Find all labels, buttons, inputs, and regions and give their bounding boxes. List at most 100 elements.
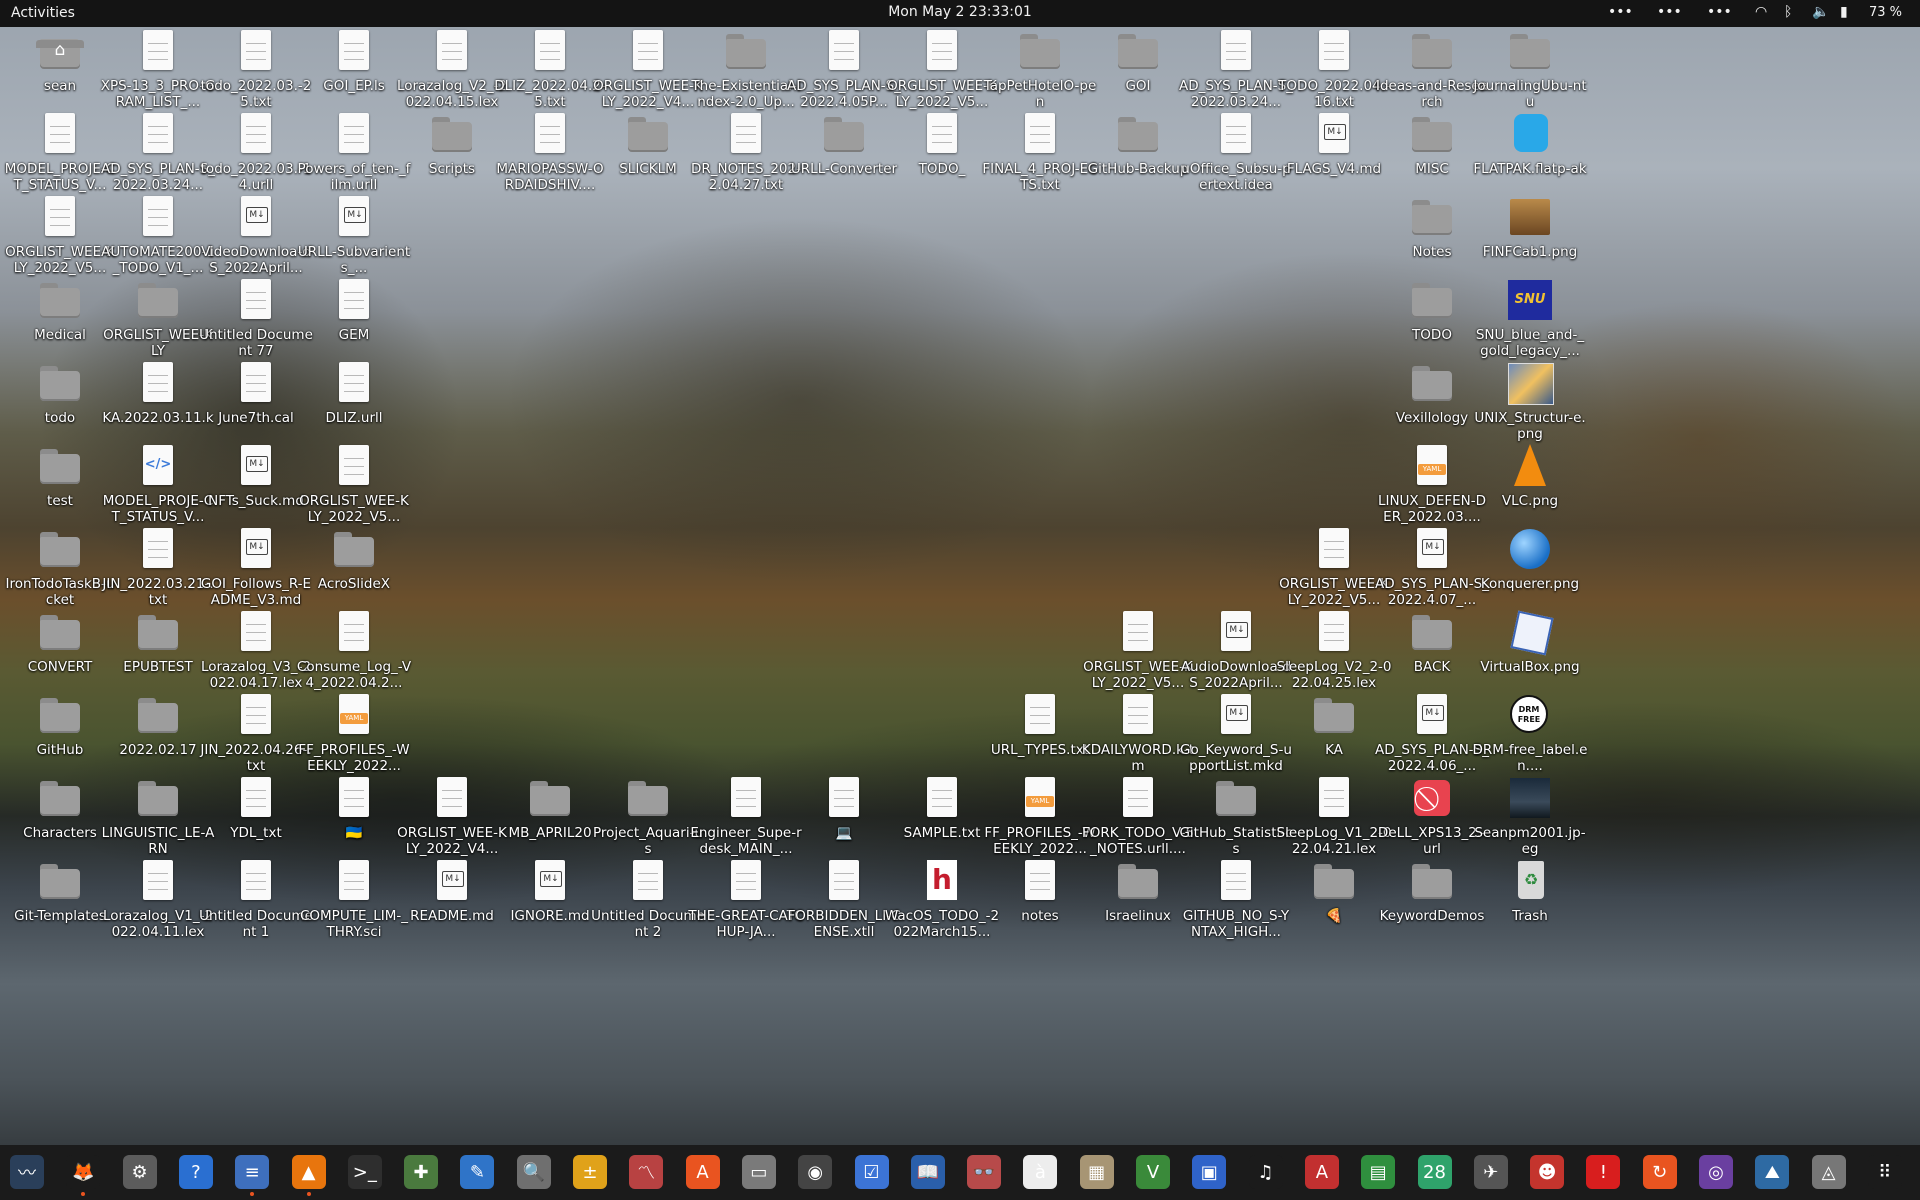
desktop-item-label: Trash xyxy=(1512,908,1548,924)
box-icon xyxy=(1506,110,1554,158)
md-icon xyxy=(1408,691,1456,739)
file-icon xyxy=(918,110,966,158)
dock-help-icon[interactable]: ? xyxy=(178,1155,213,1189)
dock-update-icon[interactable]: ↻ xyxy=(1642,1155,1677,1189)
folder-icon xyxy=(1408,857,1456,905)
volume-icon[interactable]: 🔈 xyxy=(1812,4,1829,20)
dock-snap-icon[interactable]: ◬ xyxy=(1811,1155,1846,1189)
dock-screen-icon[interactable]: ▣ xyxy=(1192,1155,1227,1189)
dock-mario-icon[interactable]: ☻ xyxy=(1530,1155,1565,1189)
file-icon xyxy=(820,774,868,822)
battery-percentage[interactable]: 73 % xyxy=(1869,5,1902,20)
dock-app-grid-icon[interactable]: ⠿ xyxy=(1867,1155,1902,1189)
folder-icon xyxy=(1310,691,1358,739)
file-icon xyxy=(134,525,182,573)
dock-calendar-icon[interactable]: 28 xyxy=(1417,1155,1452,1189)
folder-icon xyxy=(134,608,182,656)
dock-music-icon[interactable]: ♫ xyxy=(1248,1155,1283,1189)
file-icon xyxy=(1016,691,1064,739)
dock-software-icon[interactable]: A xyxy=(685,1155,720,1189)
folder-icon xyxy=(428,110,476,158)
desktop-item-label: GEM xyxy=(338,327,370,343)
desktop-item-label: AcroSlideX xyxy=(317,576,391,592)
dock-reader-icon[interactable]: 👓 xyxy=(967,1155,1002,1189)
folder-icon xyxy=(1408,276,1456,324)
file-icon xyxy=(232,276,280,324)
dock-archive-icon[interactable]: ▦ xyxy=(1079,1155,1114,1189)
extension-indicator-1[interactable]: ••• xyxy=(1608,4,1633,20)
file-icon xyxy=(820,857,868,905)
dock-firefox-icon[interactable]: 🦊 xyxy=(66,1155,101,1196)
file-icon xyxy=(36,110,84,158)
desktop-item-label: DRM-free_label.en.... xyxy=(1472,742,1588,774)
file-icon xyxy=(134,359,182,407)
dock-characters-icon[interactable]: à xyxy=(1023,1155,1058,1189)
file-icon xyxy=(1114,691,1162,739)
dock-vlc-icon[interactable]: ▲ xyxy=(291,1155,326,1196)
file-icon xyxy=(1310,27,1358,75)
photo-icon xyxy=(1506,774,1554,822)
dock-disc-icon[interactable]: ◉ xyxy=(798,1155,833,1189)
md-icon xyxy=(232,442,280,490)
dock-settings-icon[interactable]: ⚙ xyxy=(122,1155,157,1189)
dock-vim-icon[interactable]: V xyxy=(1136,1155,1170,1189)
desktop-item-label: FINFCab1.png xyxy=(1482,244,1578,260)
running-indicator xyxy=(306,1192,311,1196)
dock-game-icon[interactable]: ✚ xyxy=(404,1155,439,1189)
file-icon xyxy=(36,193,84,241)
desktop-item-label: VLC.png xyxy=(1501,493,1559,509)
extension-indicator-3[interactable]: ••• xyxy=(1707,4,1732,20)
dock-image-viewer-icon[interactable]: 🔍 xyxy=(516,1155,551,1189)
dock-alert-icon[interactable]: ! xyxy=(1586,1155,1621,1189)
file-icon xyxy=(526,27,574,75)
desktop-item-label: UNIX_Structur-e.png xyxy=(1474,410,1586,442)
dock-files-icon[interactable]: ▭ xyxy=(741,1155,776,1189)
file-icon xyxy=(722,857,770,905)
folder-icon xyxy=(1310,857,1358,905)
dock-map-icon[interactable]: ⛰ xyxy=(1755,1155,1790,1189)
file-icon xyxy=(330,27,378,75)
dock-tasks-icon[interactable]: ☑ xyxy=(854,1155,889,1189)
wifi-icon[interactable]: ◠ xyxy=(1755,4,1767,20)
desktop-item-label: DLIZ.urll xyxy=(325,410,383,426)
globe-icon xyxy=(1506,525,1554,573)
dock-screenshot-icon[interactable]: ◎ xyxy=(1699,1155,1733,1189)
dock-monitor-icon[interactable]: 〽 xyxy=(629,1155,664,1189)
desktop-item-label: URLL-Subvarients_... xyxy=(297,244,411,276)
file-icon xyxy=(1114,608,1162,656)
dock-system-monitor-icon[interactable]: 〰 xyxy=(10,1155,44,1189)
folder-icon xyxy=(526,774,574,822)
folder-icon xyxy=(1212,774,1260,822)
desktop-item-label: Konquerer.png xyxy=(1480,576,1580,592)
dock-gedit-icon[interactable]: ✎ xyxy=(460,1155,495,1189)
running-indicator xyxy=(250,1192,255,1196)
folder-icon xyxy=(36,608,84,656)
battery-icon[interactable]: ▮ xyxy=(1840,4,1848,20)
folder-icon xyxy=(134,774,182,822)
md-icon xyxy=(1408,525,1456,573)
desktop-item-label: SNU_blue_and-_gold_legacy_... xyxy=(1475,327,1585,359)
file-icon xyxy=(134,193,182,241)
folder-icon xyxy=(1408,110,1456,158)
yaml-icon xyxy=(330,691,378,739)
dock-text-editor-icon[interactable]: ≡ xyxy=(235,1155,270,1196)
desktop-file[interactable]: Trash xyxy=(1472,857,1588,957)
extension-indicator-2[interactable]: ••• xyxy=(1657,4,1682,20)
dock-pdf-icon[interactable]: A xyxy=(1304,1155,1339,1189)
folder-icon xyxy=(624,110,672,158)
desktop-item-label: VirtualBox.png xyxy=(1480,659,1580,675)
file-icon xyxy=(134,110,182,158)
desktop-item-label: Seanpm2001.jp-eg xyxy=(1474,825,1586,857)
dock-bird-icon[interactable]: ✈ xyxy=(1473,1155,1508,1189)
dock-terminal-icon[interactable]: >_ xyxy=(347,1155,382,1189)
file-icon xyxy=(1212,110,1260,158)
dock-spreadsheet-icon[interactable]: ▤ xyxy=(1361,1155,1396,1189)
dock-calculator-icon[interactable]: ± xyxy=(573,1155,607,1189)
folder-icon xyxy=(36,276,84,324)
bluetooth-icon[interactable]: ᛒ xyxy=(1784,4,1792,20)
file-icon xyxy=(1212,857,1260,905)
activities-button[interactable]: Activities xyxy=(11,5,75,21)
clock[interactable]: Mon May 2 23:33:01 xyxy=(888,4,1032,20)
folder-icon xyxy=(36,525,84,573)
dock-dictionary-icon[interactable]: 📖 xyxy=(910,1155,945,1189)
